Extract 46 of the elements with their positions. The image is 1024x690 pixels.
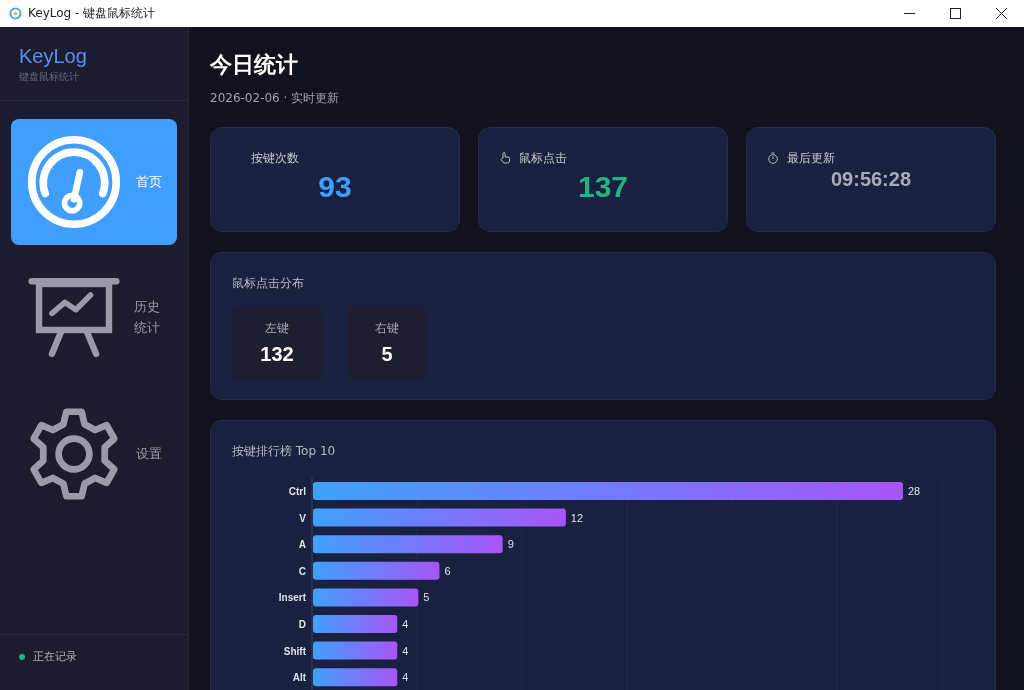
pointer-hand-icon: [499, 152, 511, 164]
app-icon: [9, 7, 22, 20]
nav-item[interactable]: 设置: [11, 391, 177, 517]
maximize-icon: [949, 8, 961, 19]
card-title: 鼠标点击分布: [232, 275, 305, 292]
status-label: 正在记录: [33, 649, 77, 664]
page-subtitle: 2026-02-06 · 实时更新: [210, 90, 341, 107]
page-title: 今日统计: [210, 51, 299, 79]
nav-label: 设置: [136, 444, 162, 463]
axis-label: Insert: [278, 592, 306, 604]
axis-label: Shift: [283, 645, 306, 657]
axis-label: Ctrl: [288, 486, 306, 497]
value-label: 4: [402, 644, 409, 657]
axis-label: A: [298, 539, 306, 551]
stat-label: 最后更新: [787, 149, 835, 167]
app-name: KeyLog: [19, 45, 88, 68]
axis-label: Alt: [292, 672, 306, 684]
axis-label: C: [298, 565, 306, 577]
close-icon: [995, 8, 1007, 19]
tile-label: 右键: [375, 320, 399, 337]
tile-value: 5: [381, 343, 393, 366]
stopwatch-icon: [767, 152, 779, 164]
tile-value: 132: [260, 343, 294, 366]
stat-value: 137: [576, 170, 630, 204]
window-title: KeyLog - 键盘鼠标统计: [28, 5, 156, 22]
value-label: 4: [402, 618, 409, 630]
value-label: 12: [570, 511, 584, 524]
value-label: 5: [423, 591, 430, 604]
value-label: 6: [444, 564, 451, 577]
presentation-chart-icon: [28, 276, 120, 360]
nav-label: 首页: [136, 172, 162, 191]
nav-item[interactable]: 历史统计: [11, 255, 177, 381]
stat-label: 鼠标点击: [519, 149, 567, 167]
gauge-icon: [26, 134, 122, 230]
app-subtitle: 键盘鼠标统计: [19, 70, 80, 84]
tile-label: 左键: [265, 320, 289, 337]
value-label: 28: [908, 485, 921, 497]
card-title: 按键排行榜 Top 10: [232, 443, 337, 460]
stat-value: 09:56:28: [829, 168, 913, 191]
axis-label: D: [298, 619, 306, 630]
stat-label: 按键次数: [251, 149, 299, 167]
axis-label: V: [299, 512, 306, 524]
value-label: 4: [402, 671, 409, 684]
stat-value: 93: [317, 170, 353, 204]
nav-label: 历史统计: [134, 298, 160, 337]
value-label: 9: [507, 538, 514, 551]
